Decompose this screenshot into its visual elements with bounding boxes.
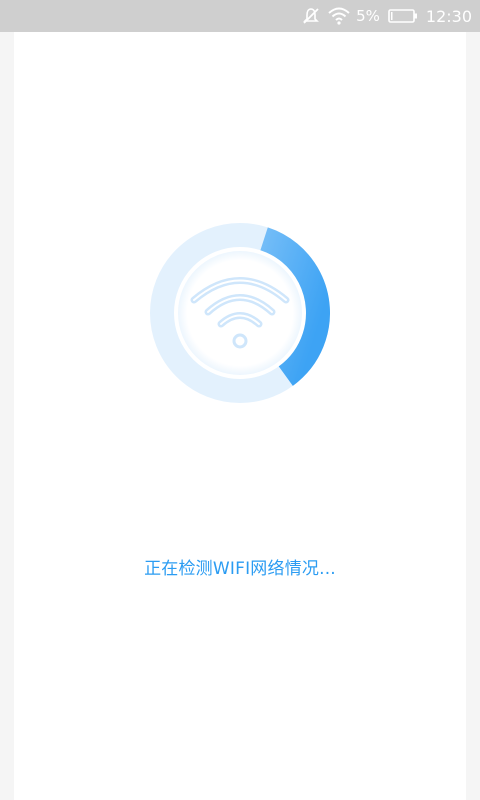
wifi-signal-icon — [328, 7, 350, 25]
mute-icon — [302, 7, 320, 25]
status-bar: 5% 12:30 — [0, 0, 480, 32]
battery-percent: 5% — [356, 7, 380, 25]
content-card: 正在检测WIFI网络情况... — [14, 32, 466, 800]
battery-icon — [388, 8, 418, 24]
detection-status-text: 正在检测WIFI网络情况... — [144, 559, 336, 579]
clock: 12:30 — [425, 6, 472, 26]
wifi-detection-progress — [150, 223, 330, 403]
